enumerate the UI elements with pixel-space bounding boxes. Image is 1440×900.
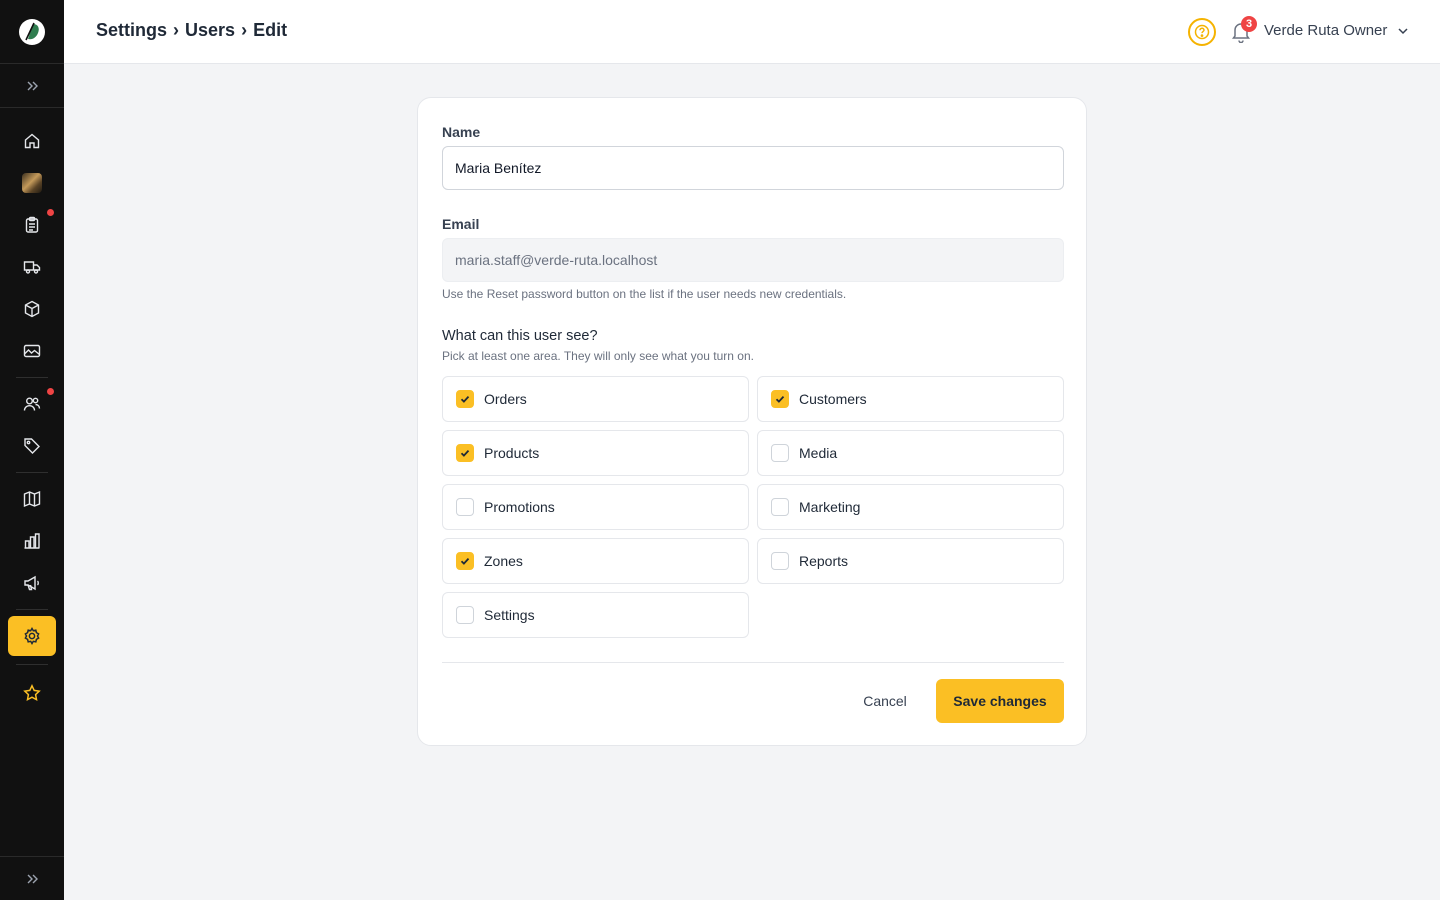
clipboard-icon (25, 216, 39, 233)
question-icon (1194, 24, 1210, 40)
checkbox-marketing[interactable] (771, 498, 789, 516)
breadcrumb-edit: Edit (253, 20, 288, 40)
notification-count-badge: 3 (1241, 16, 1257, 32)
cancel-button[interactable]: Cancel (846, 679, 924, 723)
app-logo[interactable] (0, 0, 64, 64)
sidebar-divider (16, 472, 48, 473)
star-icon (23, 684, 41, 701)
permission-label: Marketing (799, 499, 861, 515)
sidebar-item-home[interactable] (8, 123, 56, 159)
chevrons-right-icon (27, 874, 38, 883)
check-icon (775, 395, 785, 403)
notification-dot (47, 209, 54, 216)
form-divider (442, 662, 1064, 663)
sidebar-item-delivery[interactable] (8, 249, 56, 285)
tag-icon (24, 438, 40, 454)
permission-label: Media (799, 445, 838, 461)
check-icon (460, 557, 470, 565)
email-input: maria.staff@verde-ruta.localhost (442, 238, 1064, 282)
logo-icon (19, 18, 45, 45)
checkbox-orders[interactable] (456, 390, 474, 408)
sidebar-item-media-thumb[interactable] (8, 165, 56, 201)
edit-user-card: Name Maria Benítez Email maria.staff@ver… (417, 97, 1087, 746)
email-label: Email (442, 216, 480, 232)
save-changes-button[interactable]: Save changes (936, 679, 1064, 723)
sidebar-item-marketing[interactable] (8, 565, 56, 601)
sidebar-item-favorites[interactable] (8, 675, 56, 711)
email-hint: Use the Reset password button on the lis… (442, 287, 847, 301)
sidebar-item-gallery[interactable] (8, 333, 56, 369)
users-icon (23, 397, 41, 411)
checkbox-media[interactable] (771, 444, 789, 462)
checkbox-settings[interactable] (456, 606, 474, 624)
permission-zones[interactable]: Zones (442, 538, 749, 584)
sidebar-divider (16, 609, 48, 610)
image-thumbnail (22, 173, 42, 193)
sidebar-divider (16, 377, 48, 378)
chevron-down-icon (1398, 27, 1408, 34)
breadcrumb: Settings › Users › Edit (96, 20, 287, 41)
name-label: Name (442, 124, 481, 140)
image-icon (23, 344, 41, 358)
permission-products[interactable]: Products (442, 430, 749, 476)
truck-icon (23, 261, 41, 274)
breadcrumb-settings[interactable]: Settings (96, 20, 167, 41)
user-menu[interactable]: Verde Ruta Owner (1264, 22, 1409, 39)
permission-promotions[interactable]: Promotions (442, 484, 749, 530)
top-header: Settings › Users › Edit 3 Verde Ruta Own… (64, 0, 1440, 64)
permission-label: Products (484, 445, 540, 461)
breadcrumb-separator: › (173, 20, 180, 40)
sidebar-item-customers[interactable] (8, 386, 56, 422)
bar-chart-icon (24, 533, 40, 549)
breadcrumb-users[interactable]: Users (185, 20, 235, 41)
permission-label: Orders (484, 391, 527, 407)
permission-label: Promotions (484, 499, 555, 515)
permission-settings[interactable]: Settings (442, 592, 749, 638)
chevrons-right-icon (27, 81, 38, 90)
permissions-hint: Pick at least one area. They will only s… (442, 349, 754, 363)
permission-orders[interactable]: Orders (442, 376, 749, 422)
user-name: Verde Ruta Owner (1264, 22, 1388, 39)
checkbox-customers[interactable] (771, 390, 789, 408)
permission-reports[interactable]: Reports (757, 538, 1064, 584)
home-icon (24, 133, 40, 149)
sidebar-item-reports[interactable] (8, 523, 56, 559)
permission-label: Customers (799, 391, 867, 407)
permission-media[interactable]: Media (757, 430, 1064, 476)
box-icon (24, 300, 40, 318)
checkbox-zones[interactable] (456, 552, 474, 570)
checkbox-products[interactable] (456, 444, 474, 462)
checkbox-promotions[interactable] (456, 498, 474, 516)
permission-marketing[interactable]: Marketing (757, 484, 1064, 530)
permission-label: Zones (484, 553, 523, 569)
megaphone-icon (24, 575, 39, 591)
check-icon (460, 395, 470, 403)
sidebar (0, 0, 64, 900)
expand-sidebar-bottom-button[interactable] (0, 856, 64, 900)
sidebar-item-settings[interactable] (8, 616, 56, 656)
sidebar-item-promotions[interactable] (8, 428, 56, 464)
sidebar-divider (16, 664, 48, 665)
expand-sidebar-button[interactable] (0, 64, 64, 108)
map-icon (23, 490, 41, 508)
checkbox-reports[interactable] (771, 552, 789, 570)
sidebar-item-orders[interactable] (8, 207, 56, 243)
permission-customers[interactable]: Customers (757, 376, 1064, 422)
permission-label: Settings (484, 607, 535, 623)
notification-dot (47, 388, 54, 395)
name-input[interactable]: Maria Benítez (442, 146, 1064, 190)
help-button[interactable] (1188, 18, 1216, 46)
breadcrumb-separator: › (241, 20, 248, 40)
permission-label: Reports (799, 553, 849, 569)
permissions-title: What can this user see? (442, 328, 598, 344)
sidebar-item-zones[interactable] (8, 481, 56, 517)
sidebar-item-products[interactable] (8, 291, 56, 327)
check-icon (460, 449, 470, 457)
gear-icon (24, 627, 40, 645)
